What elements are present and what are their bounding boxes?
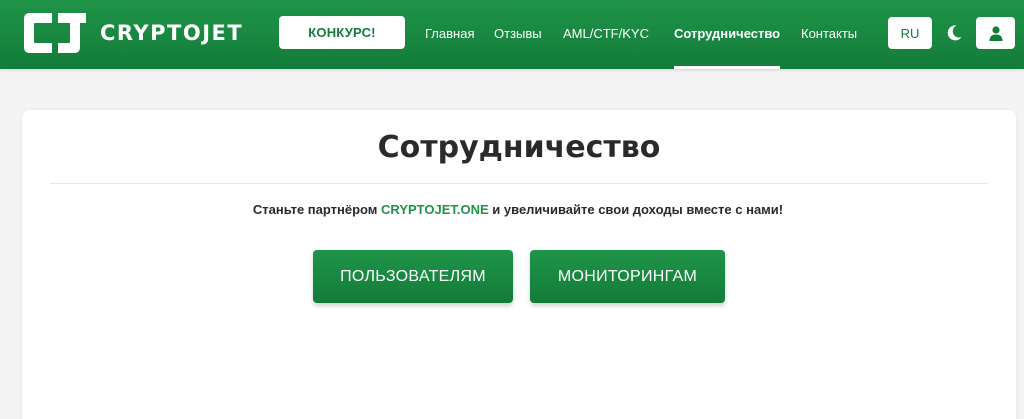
nav-item-aml[interactable]: AML/CTF/KYC <box>563 26 649 41</box>
nav-item-contacts[interactable]: Контакты <box>801 26 857 41</box>
page-title: Сотрудничество <box>377 130 661 165</box>
logo[interactable]: CRYPTOJET <box>22 11 243 55</box>
contest-button[interactable]: КОНКУРС! <box>279 16 405 49</box>
divider <box>50 183 988 184</box>
tagline-text-start: Станьте партнёром <box>252 202 382 217</box>
cj-logo-icon <box>24 13 86 53</box>
nav-item-home[interactable]: Главная <box>425 26 474 41</box>
active-nav-indicator <box>674 66 780 69</box>
monitorings-button[interactable]: МОНИТОРИНГАМ <box>530 250 725 303</box>
tagline-brand: CRYPTOJET.ONE <box>381 202 489 217</box>
partner-tagline: Станьте партнёром CRYPTOJET.ONE и увелич… <box>0 202 1024 217</box>
user-icon <box>989 25 1002 41</box>
language-button[interactable]: RU <box>888 17 932 49</box>
logo-text: CRYPTOJET <box>100 21 244 45</box>
user-button[interactable] <box>976 17 1015 49</box>
top-navbar: CRYPTOJET КОНКУРС! Главная Отзывы AML/CT… <box>0 0 1024 69</box>
users-button[interactable]: ПОЛЬЗОВАТЕЛЯМ <box>313 250 513 303</box>
tagline-text-end: и увеличивайте свои доходы вместе с нами… <box>488 202 784 217</box>
nav-item-partnership[interactable]: Сотрудничество <box>674 26 780 41</box>
nav-item-reviews[interactable]: Отзывы <box>494 26 542 41</box>
moon-icon[interactable] <box>945 24 963 42</box>
